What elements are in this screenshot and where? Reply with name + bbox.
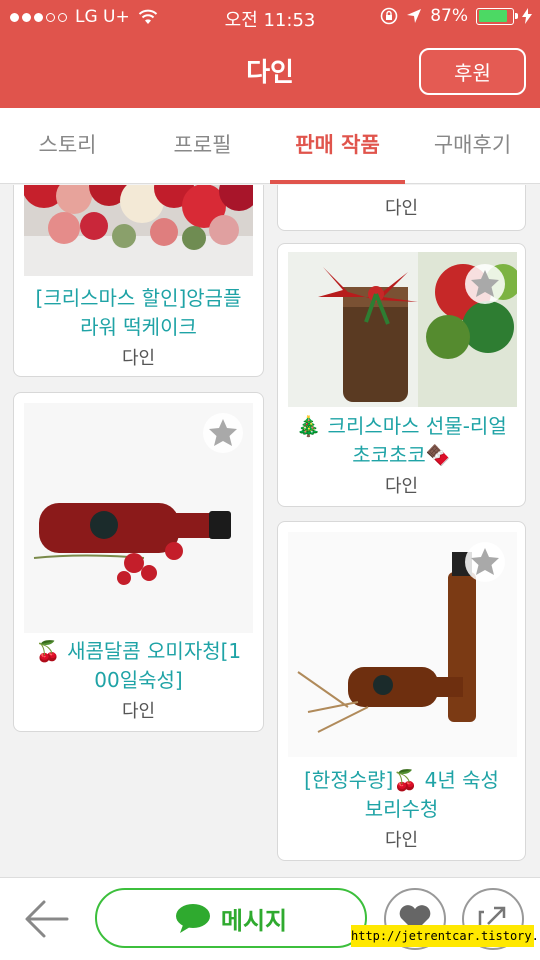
product-title-line: [크리스마스 할인]앙금플 xyxy=(35,286,242,310)
product-title-line: [한정수량]🍒 4년 숙성 xyxy=(304,768,499,792)
tab-bar: 스토리 프로필 판매 작품 구매후기 xyxy=(0,108,540,184)
favorite-star-icon[interactable] xyxy=(203,413,243,453)
product-title-line: 00일숙성] xyxy=(94,668,183,692)
product-title-line: 라워 떡케이크 xyxy=(80,315,197,339)
product-title[interactable]: [크리스마스 할인]앙금플 라워 떡케이크 xyxy=(20,284,257,342)
status-right: 87% xyxy=(380,6,532,26)
status-bar: LG U+ 오전 11:53 87% xyxy=(0,0,540,34)
tab-products[interactable]: 판매 작품 xyxy=(270,108,405,184)
rotation-lock-icon xyxy=(380,7,398,25)
product-seller: 다인 xyxy=(384,830,419,851)
product-card[interactable]: [한정수량]🍒 4년 숙성 보리수청 다인 xyxy=(277,521,526,861)
product-title[interactable]: [한정수량]🍒 4년 숙성 보리수청 xyxy=(284,766,519,824)
watermark: http://jetrentcar.tistory.com xyxy=(351,925,540,947)
product-card[interactable]: 🎄 크리스마스 선물-리얼 초코초코🍫 다인 xyxy=(277,243,526,507)
favorite-star-icon[interactable] xyxy=(465,264,505,304)
product-card[interactable]: 다인 xyxy=(277,185,526,231)
product-title-line: 보리수청 xyxy=(364,797,439,821)
product-card[interactable]: [크리스마스 할인]앙금플 라워 떡케이크 다인 xyxy=(13,185,264,377)
product-card[interactable]: 🍒 새콤달콤 오미자청[1 00일숙성] 다인 xyxy=(13,392,264,732)
product-image[interactable] xyxy=(24,185,253,276)
product-title-line: 🎄 크리스마스 선물-리얼 xyxy=(296,414,507,438)
product-seller: 다인 xyxy=(384,476,419,497)
battery-percent: 87% xyxy=(430,6,468,26)
product-title[interactable]: 🎄 크리스마스 선물-리얼 초코초코🍫 xyxy=(284,412,519,470)
tab-reviews[interactable]: 구매후기 xyxy=(405,108,540,183)
bottom-action-bar: 메시지 xyxy=(0,877,540,960)
tab-story[interactable]: 스토리 xyxy=(0,108,135,183)
charging-icon xyxy=(522,8,532,24)
product-seller: 다인 xyxy=(384,198,419,219)
tab-profile[interactable]: 프로필 xyxy=(135,108,270,183)
product-title[interactable]: 🍒 새콤달콤 오미자청[1 00일숙성] xyxy=(20,637,257,695)
chat-bubble-icon xyxy=(175,904,210,933)
product-grid: [크리스마스 할인]앙금플 라워 떡케이크 다인 다인 🎄 크리스마스 선물-리… xyxy=(0,185,540,877)
product-title-line: 초코초코🍫 xyxy=(352,443,451,467)
battery-icon xyxy=(476,7,518,25)
app-header: LG U+ 오전 11:53 87% 다인 후원 xyxy=(0,0,540,108)
product-title-line: 🍒 새콤달콤 오미자청[1 xyxy=(35,639,242,663)
product-seller: 다인 xyxy=(121,348,156,369)
product-seller: 다인 xyxy=(121,701,156,722)
location-arrow-icon xyxy=(407,9,422,23)
back-arrow-icon[interactable] xyxy=(22,896,72,942)
sponsor-button[interactable]: 후원 xyxy=(419,48,526,95)
favorite-star-icon[interactable] xyxy=(465,542,505,582)
message-button[interactable]: 메시지 xyxy=(95,888,367,948)
message-label: 메시지 xyxy=(220,906,288,935)
